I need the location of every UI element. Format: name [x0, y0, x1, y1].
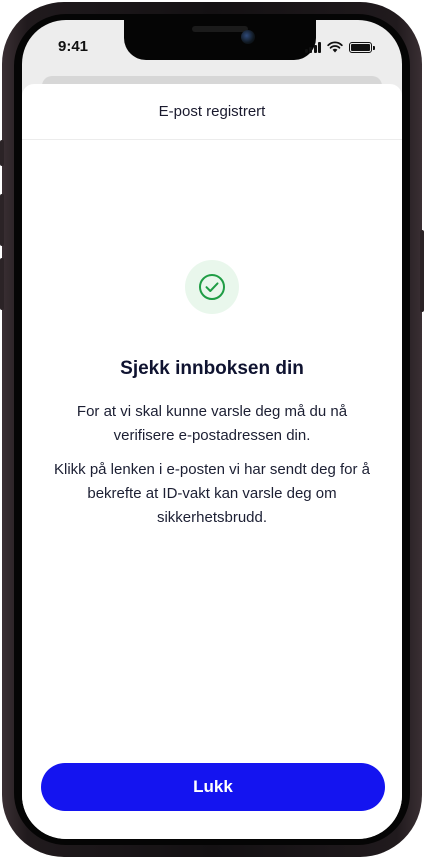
silent-switch [0, 140, 4, 166]
battery-icon [349, 41, 375, 53]
wifi-icon [327, 41, 343, 53]
email-link-instruction-text: Klikk på lenken i e-posten vi har sendt … [53, 461, 371, 526]
speaker [192, 26, 248, 32]
close-button[interactable]: Lukk [41, 763, 385, 811]
notch [124, 20, 316, 60]
content-heading: Sjekk innboksen din [120, 358, 304, 379]
sheet-title: E-post registrert [158, 103, 266, 120]
volume-up-button [0, 194, 4, 246]
check-circle-icon [199, 274, 225, 300]
front-camera [241, 30, 255, 44]
success-badge [185, 260, 239, 314]
phone-screen: 9:41 E-post registrert Sjekk innboksen d… [22, 20, 402, 839]
verify-instruction-text: For at vi skal kunne varsle deg må du nå… [76, 403, 348, 444]
sheet-header: E-post registrert [22, 84, 402, 140]
modal-sheet: E-post registrert Sjekk innboksen din Fo… [22, 84, 402, 839]
status-time: 9:41 [58, 38, 89, 55]
power-button [420, 230, 424, 312]
volume-down-button [0, 258, 4, 310]
cellular-signal-icon [304, 41, 321, 53]
status-icons [304, 41, 375, 53]
